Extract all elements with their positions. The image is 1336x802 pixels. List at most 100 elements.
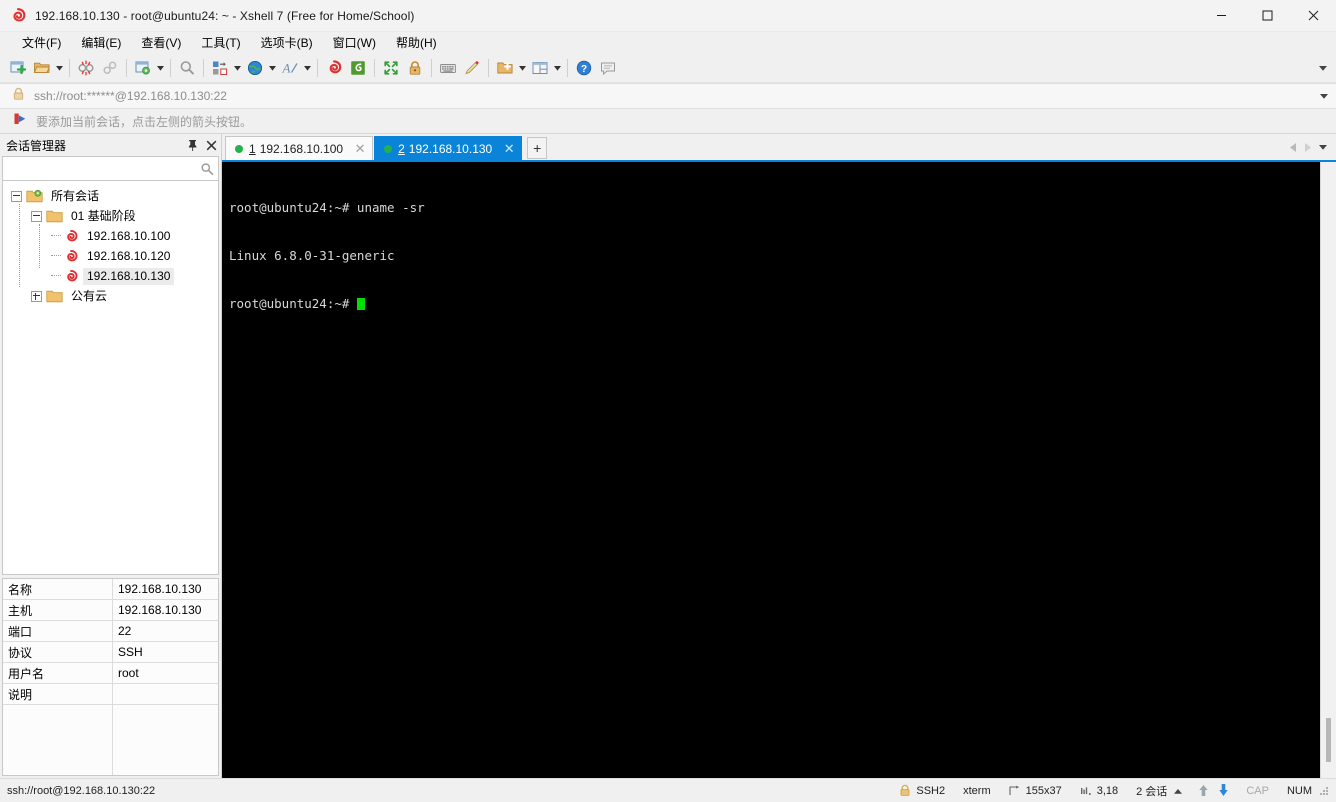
property-value: 22	[118, 624, 132, 638]
expand-public-cloud-icon[interactable]	[31, 290, 42, 302]
status-protocol-label: SSH2	[916, 784, 946, 797]
status-size-label: 155x37	[1025, 784, 1062, 797]
close-button[interactable]	[1290, 0, 1336, 31]
globe-encoding-dropdown-icon[interactable]	[267, 56, 278, 80]
tab-scroll-left-icon[interactable]	[1286, 136, 1300, 158]
session-properties-table: 名称 192.168.10.130 主机 192.168.10.130 端口 2…	[2, 578, 219, 776]
menu-window[interactable]: 窗口(W)	[323, 31, 386, 55]
red-arrow-icon[interactable]	[13, 112, 28, 131]
property-key: 用户名	[3, 663, 113, 683]
fullscreen-icon[interactable]	[379, 56, 403, 80]
status-cursor-position: 3,18	[1071, 779, 1127, 802]
tab-list-menu-icon[interactable]	[1314, 136, 1332, 158]
session-count-caret-icon[interactable]	[1174, 785, 1183, 797]
session-properties-dropdown-icon[interactable]	[155, 56, 166, 80]
menu-tools[interactable]: 工具(T)	[191, 31, 250, 55]
close-panel-button[interactable]	[202, 136, 221, 155]
new-session-icon[interactable]	[6, 56, 30, 80]
keyboard-icon[interactable]	[436, 56, 460, 80]
split-layout-dropdown-icon[interactable]	[552, 56, 563, 80]
lock-icon[interactable]	[403, 56, 427, 80]
terminal-scrollbar-thumb[interactable]	[1326, 718, 1331, 762]
search-input[interactable]	[3, 158, 196, 179]
terminal-prompt-line: root@ubuntu24:~#	[229, 296, 1320, 312]
session-tree[interactable]: 所有会话 01 基础阶段 192.168.10.100 192.168.10.1…	[2, 181, 219, 575]
tab-number: 2	[398, 141, 405, 156]
open-folder-icon[interactable]	[30, 56, 54, 80]
xshell-icon[interactable]	[322, 56, 346, 80]
status-session-count[interactable]: 2 会话	[1127, 779, 1191, 802]
resize-grip[interactable]	[1318, 785, 1330, 797]
menu-edit[interactable]: 编辑(E)	[71, 31, 131, 55]
terminal-container: root@ubuntu24:~# uname -sr Linux 6.8.0-3…	[222, 160, 1336, 778]
xshell-session-icon	[63, 249, 79, 264]
transfer-layout-icon[interactable]	[208, 56, 232, 80]
new-tab-button[interactable]: +	[527, 137, 548, 159]
connected-status-icon	[384, 144, 393, 153]
find-icon[interactable]	[175, 56, 199, 80]
tab-session-2[interactable]: 2 192.168.10.130 ✕	[374, 136, 523, 160]
tab-scroll-right-icon[interactable]	[1300, 136, 1314, 158]
toolbar-separator	[317, 59, 318, 77]
add-folder-icon[interactable]	[493, 56, 517, 80]
status-bar: ssh://root@192.168.10.130:22 SSH2 xterm	[0, 778, 1336, 802]
menu-bar: 文件(F) 编辑(E) 查看(V) 工具(T) 选项卡(B) 窗口(W) 帮助(…	[0, 32, 1336, 54]
search-icon[interactable]	[196, 162, 218, 176]
status-terminal-type: xterm	[963, 784, 991, 797]
terminal-output[interactable]: root@ubuntu24:~# uname -sr Linux 6.8.0-3…	[222, 162, 1320, 778]
tree-node-session-120[interactable]: 192.168.10.120	[3, 246, 218, 266]
font-icon[interactable]: A	[278, 56, 302, 80]
tree-node-group-basic[interactable]: 01 基础阶段	[3, 206, 218, 226]
toolbar-separator	[126, 59, 127, 77]
xftp-icon[interactable]	[346, 56, 370, 80]
tab-close-icon[interactable]: ✕	[501, 141, 517, 157]
tree-node-public-cloud[interactable]: 公有云	[3, 286, 218, 306]
split-layout-icon[interactable]	[528, 56, 552, 80]
collapse-group-icon[interactable]	[31, 210, 42, 222]
panel-header-buttons	[183, 136, 221, 155]
xshell-session-icon	[63, 269, 79, 284]
highlight-pen-icon[interactable]	[460, 56, 484, 80]
help-icon[interactable]: ?	[572, 56, 596, 80]
font-dropdown-icon[interactable]	[302, 56, 313, 80]
tree-node-all-sessions[interactable]: 所有会话	[3, 186, 218, 206]
tab-label: 192.168.10.100	[259, 141, 344, 156]
maximize-button[interactable]	[1244, 0, 1290, 31]
menu-view[interactable]: 查看(V)	[131, 31, 191, 55]
add-folder-dropdown-icon[interactable]	[517, 56, 528, 80]
window-title: 192.168.10.130 - root@ubuntu24: ~ - Xshe…	[35, 8, 415, 23]
reconnect-icon[interactable]	[98, 56, 122, 80]
open-folder-dropdown-icon[interactable]	[54, 56, 65, 80]
session-properties-icon[interactable]	[131, 56, 155, 80]
menu-help[interactable]: 帮助(H)	[386, 31, 447, 55]
tree-label: 所有会话	[51, 189, 100, 203]
xshell-session-icon	[63, 229, 79, 244]
menu-tabs[interactable]: 选项卡(B)	[251, 31, 323, 55]
disconnect-icon[interactable]	[74, 56, 98, 80]
toolbar-overflow-button[interactable]	[1314, 54, 1332, 82]
status-cursor-label: 3,18	[1096, 784, 1119, 797]
menu-file[interactable]: 文件(F)	[12, 31, 71, 55]
chat-icon[interactable]	[596, 56, 620, 80]
tree-node-session-100[interactable]: 192.168.10.100	[3, 226, 218, 246]
tab-close-icon[interactable]: ✕	[352, 141, 368, 157]
tree-node-session-130[interactable]: 192.168.10.130	[3, 266, 218, 286]
tree-label: 192.168.10.130	[83, 267, 175, 285]
folder-icon	[46, 209, 63, 224]
tab-session-1[interactable]: 1 192.168.10.100 ✕	[225, 136, 374, 160]
tree-guide-line	[19, 204, 20, 287]
session-search-box[interactable]	[2, 156, 219, 181]
address-dropdown-button[interactable]	[1320, 84, 1328, 108]
globe-encoding-icon[interactable]	[243, 56, 267, 80]
property-key: 名称	[3, 579, 113, 599]
svg-text:?: ?	[581, 64, 587, 75]
terminal-scrollbar[interactable]	[1320, 162, 1336, 778]
minimize-button[interactable]	[1198, 0, 1244, 31]
collapse-all-sessions-icon[interactable]	[11, 190, 22, 202]
status-num-lock: NUM	[1286, 784, 1312, 797]
address-value: ssh://root:******@192.168.10.130:22	[34, 89, 227, 103]
tree-label: 01 基础阶段	[71, 209, 136, 223]
address-bar[interactable]: ssh://root:******@192.168.10.130:22	[0, 83, 1336, 109]
pin-panel-button[interactable]	[183, 136, 202, 155]
transfer-layout-dropdown-icon[interactable]	[232, 56, 243, 80]
